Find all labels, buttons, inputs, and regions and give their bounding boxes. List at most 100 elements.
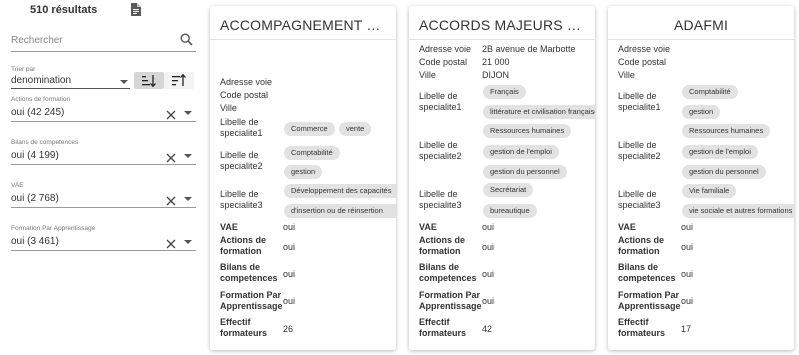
label-actions-de-formation: Actions de formation: [419, 235, 466, 256]
label-code-postal: Code postal: [419, 57, 468, 67]
chevron-down-icon[interactable]: [184, 154, 192, 158]
value-effectif-formateurs: 17: [681, 324, 692, 334]
specialite-chip: Comptabilité: [682, 85, 738, 99]
label-specialite2: Libelle de specialite2: [220, 150, 263, 171]
result-card[interactable]: ADAFMI Adresse voie Code postal Ville Li…: [608, 6, 794, 350]
result-card[interactable]: ACCORDS MAJEURS COAC... Adresse voie 2B …: [409, 6, 595, 350]
value-formation-par-apprentissage: oui: [681, 296, 694, 306]
results-count: 510 résultats: [30, 4, 98, 16]
search-input[interactable]: [11, 35, 171, 46]
label-specialite1: Libelle de specialite1: [419, 91, 462, 112]
label-formation-par-apprentissage: Formation Par Apprentissage: [220, 290, 283, 311]
label-specialite2: Libelle de specialite2: [419, 140, 462, 161]
card-title[interactable]: ADAFMI: [618, 12, 784, 38]
label-bilans-de-competences: Bilans de competences: [220, 262, 278, 283]
label-vae: VAE: [618, 222, 636, 232]
specialite-chip: d'insertion ou de réinsertion: [284, 204, 396, 218]
filter-label: VAE: [11, 182, 24, 189]
value-formation-par-apprentissage: oui: [482, 296, 495, 306]
value-code-postal: 21 000: [482, 57, 510, 67]
specialite-chip: Développement des capacités: [284, 184, 396, 198]
filter-label: Bilans de competences: [11, 139, 79, 146]
value-bilans-de-competences: oui: [283, 269, 296, 279]
sort-ascending-button[interactable]: [134, 72, 164, 89]
specialite-chip: Vie familiale: [682, 184, 737, 198]
label-bilans-de-competences: Bilans de competences: [419, 262, 477, 283]
label-specialite1: Libelle de specialite1: [220, 117, 263, 138]
value-vae: oui: [681, 222, 694, 232]
value-formation-par-apprentissage: oui: [283, 296, 296, 306]
specialite-chip: gestion de l'emploi: [483, 145, 559, 159]
label-actions-de-formation: Actions de formation: [220, 235, 267, 256]
label-formation-par-apprentissage: Formation Par Apprentissage: [618, 290, 681, 311]
specialite-chip: Commerce: [284, 122, 335, 136]
specialite-chip: Français: [483, 85, 526, 99]
specialite-chip: gestion de l'emploi: [682, 145, 758, 159]
chevron-down-icon: [120, 80, 128, 84]
label-code-postal: Code postal: [618, 57, 667, 67]
specialite-chip: littérature et civilisation françaises: [483, 105, 595, 119]
label-code-postal: Code postal: [220, 90, 269, 100]
document-icon[interactable]: [130, 3, 141, 16]
clear-icon[interactable]: [166, 150, 176, 163]
search-icon[interactable]: [180, 33, 193, 46]
label-ville: Ville: [618, 70, 635, 80]
specialite-chip: Secrétariat: [483, 183, 534, 197]
label-effectif-formateurs: Effectif formateurs: [618, 317, 666, 338]
chevron-down-icon[interactable]: [184, 240, 192, 244]
filter-label: Actions de formation: [11, 96, 71, 103]
value-actions-de-formation: oui: [482, 242, 495, 252]
search-field: [11, 28, 196, 52]
filter-formation-par-apprentissage[interactable]: Formation Par Apprentissage oui (3 461): [11, 225, 196, 251]
label-adresse-voie: Adresse voie: [618, 44, 671, 54]
card-title[interactable]: ACCOMPAGNEMENT ET F...: [220, 12, 386, 38]
sort-select[interactable]: denomination: [11, 75, 130, 89]
label-effectif-formateurs: Effectif formateurs: [220, 317, 268, 338]
sort-descending-button[interactable]: [164, 72, 194, 89]
filter-value: oui (42 245): [11, 107, 65, 118]
card-title[interactable]: ACCORDS MAJEURS COAC...: [419, 12, 585, 38]
label-specialite3: Libelle de specialite3: [618, 189, 661, 210]
label-actions-de-formation: Actions de formation: [618, 235, 665, 256]
label-vae: VAE: [419, 222, 437, 232]
card-divider: [409, 39, 595, 40]
filter-bilans-de-competences[interactable]: Bilans de competences oui (4 199): [11, 139, 196, 165]
filter-label: Formation Par Apprentissage: [11, 225, 96, 232]
value-vae: oui: [482, 222, 495, 232]
label-adresse-voie: Adresse voie: [419, 44, 472, 54]
label-ville: Ville: [419, 70, 436, 80]
value-ville: DIJON: [482, 70, 509, 80]
sort-descending-icon: [172, 74, 186, 86]
label-specialite3: Libelle de specialite3: [419, 189, 462, 210]
filter-actions-de-formation[interactable]: Actions de formation oui (42 245): [11, 96, 196, 122]
result-card[interactable]: ACCOMPAGNEMENT ET F... Adresse voie Code…: [210, 6, 396, 350]
filter-underline: [11, 164, 196, 165]
label-vae: VAE: [220, 222, 238, 232]
specialite-chip: gestion du personnel: [483, 165, 567, 179]
specialite-chip: gestion du personnel: [682, 165, 766, 179]
chevron-down-icon[interactable]: [184, 111, 192, 115]
sort-ascending-icon: [142, 75, 156, 87]
filter-vae[interactable]: VAE oui (2 768): [11, 182, 196, 208]
chevron-down-icon[interactable]: [184, 197, 192, 201]
specialite-chip: vente: [339, 122, 372, 136]
value-bilans-de-competences: oui: [681, 269, 694, 279]
clear-icon[interactable]: [166, 236, 176, 249]
label-specialite2: Libelle de specialite2: [618, 140, 661, 161]
specialite-chip: Ressources humaines: [682, 124, 771, 138]
label-formation-par-apprentissage: Formation Par Apprentissage: [419, 290, 482, 311]
clear-icon[interactable]: [166, 107, 176, 120]
clear-icon[interactable]: [166, 193, 176, 206]
specialite-chip: bureautique: [483, 204, 537, 218]
label-adresse-voie: Adresse voie: [220, 77, 273, 87]
filter-underline: [11, 207, 196, 208]
value-adresse-voie: 2B avenue de Marbotte: [482, 44, 576, 54]
label-bilans-de-competences: Bilans de competences: [618, 262, 676, 283]
value-actions-de-formation: oui: [283, 242, 296, 252]
filter-underline: [11, 250, 196, 251]
filter-value: oui (2 768): [11, 193, 59, 204]
sort-label: Trier par: [11, 66, 36, 73]
value-effectif-formateurs: 26: [283, 324, 294, 334]
specialite-chip: Comptabilité: [284, 146, 340, 160]
filter-underline: [11, 121, 196, 122]
